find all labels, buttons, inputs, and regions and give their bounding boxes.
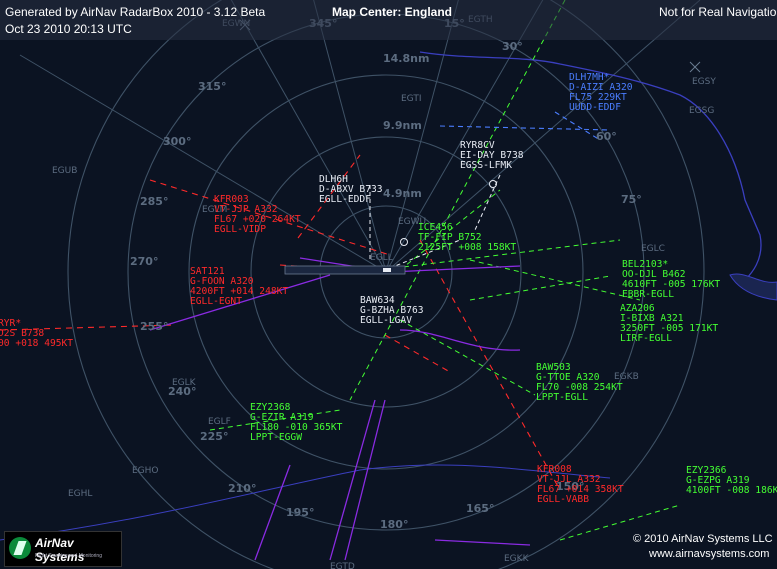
airport-label: EGTI	[401, 94, 422, 104]
bearing-label: 255°	[140, 320, 168, 333]
aircraft-label[interactable]: 4100FT -008 186KT	[686, 485, 777, 496]
coastline	[0, 464, 611, 541]
airport-label: EGLL	[370, 253, 393, 263]
website-link[interactable]: www.airnavsystems.com	[649, 548, 769, 560]
copyright: © 2010 AirNav Systems LLC	[633, 533, 773, 545]
bearing-label: 315°	[198, 80, 226, 93]
airport-label: EGSY	[692, 77, 716, 87]
disclaimer: Not for Real Navigation	[659, 5, 777, 19]
range-label: 14.8nm	[383, 52, 429, 65]
bearing-label: 30°	[502, 40, 523, 53]
bearing-label: 180°	[380, 518, 408, 531]
aircraft-label[interactable]: UUDD-EDDF	[569, 102, 621, 113]
bearing-label: 75°	[621, 193, 642, 206]
airport-label: EGLC	[641, 244, 665, 254]
timestamp: Oct 23 2010 20:13 UTC	[5, 22, 132, 36]
flight-path	[384, 334, 451, 373]
flight-path	[254, 464, 291, 561]
airport-label: EGUB	[52, 166, 77, 176]
aircraft-label[interactable]: EGSS-LFMK	[460, 160, 512, 171]
aircraft-label[interactable]: EGLL-VABB	[537, 494, 589, 505]
bearing-label: 285°	[140, 195, 168, 208]
flight-path	[469, 275, 611, 301]
flight-path	[439, 125, 611, 131]
airport-label: EGHO	[132, 466, 159, 476]
bearing-label: 60°	[596, 130, 617, 143]
generated-by: Generated by AirNav RadarBox 2010 - 3.12…	[5, 5, 266, 19]
logo-tagline: Flight Tracking and Monitoring	[35, 553, 102, 559]
bearing-label: 300°	[163, 135, 191, 148]
airport-label: EGHL	[68, 489, 92, 499]
logo-name: AirNav Systems	[35, 536, 85, 564]
bearing-label: 210°	[228, 482, 256, 495]
aircraft-label[interactable]: 00 +018 495KT	[0, 338, 73, 349]
flight-path	[554, 111, 601, 141]
aircraft-label[interactable]: EBBR-EGLL	[622, 289, 674, 300]
aircraft-label[interactable]: LPPT-EGLL	[536, 392, 588, 403]
radar-scope[interactable]: 14.8nm9.9nm4.9nm345°15°30°60°315°300°285…	[0, 0, 777, 569]
range-label: 9.9nm	[383, 119, 422, 132]
bearing-label: 195°	[286, 506, 314, 519]
aircraft-label[interactable]: EGLL-EDDF	[319, 194, 371, 205]
airnav-logo[interactable]: AirNav Systems Flight Tracking and Monit…	[4, 531, 122, 567]
bearing-spoke	[313, 0, 387, 273]
bearing-label: 270°	[130, 255, 158, 268]
aircraft-label[interactable]: EGLL-LGAV	[360, 315, 412, 326]
airport-label: EGTD	[330, 562, 355, 569]
map-center: Map Center: England	[332, 5, 453, 19]
aircraft-label[interactable]: EGLL-EGNT	[190, 296, 242, 307]
aircraft-label[interactable]: LIRF-EGLL	[620, 333, 672, 344]
radar-map[interactable]: 14.8nm9.9nm4.9nm345°15°30°60°315°300°285…	[0, 0, 777, 569]
aircraft-symbol[interactable]	[400, 238, 408, 246]
aircraft-symbol[interactable]	[383, 268, 391, 272]
airport-label: EGLF	[208, 417, 231, 427]
logo-icon	[9, 537, 31, 559]
airport-label: EGLK	[172, 378, 197, 388]
bearing-label: 165°	[466, 502, 494, 515]
airport-label: EGSG	[689, 106, 714, 116]
airport-label: EGKK	[504, 554, 530, 564]
flight-path	[434, 539, 531, 546]
range-label: 4.9nm	[383, 187, 422, 200]
aircraft-label[interactable]: 2125FT +008 158KT	[418, 242, 516, 253]
aircraft-label[interactable]: EGLL-VIDP	[214, 224, 266, 235]
flight-path	[344, 399, 386, 561]
bearing-label: 225°	[200, 430, 228, 443]
coastline	[729, 273, 777, 301]
airport-label: EGKB	[614, 372, 639, 382]
flight-path	[469, 259, 641, 301]
aircraft-label[interactable]: LPPT-EGGW	[250, 432, 302, 443]
